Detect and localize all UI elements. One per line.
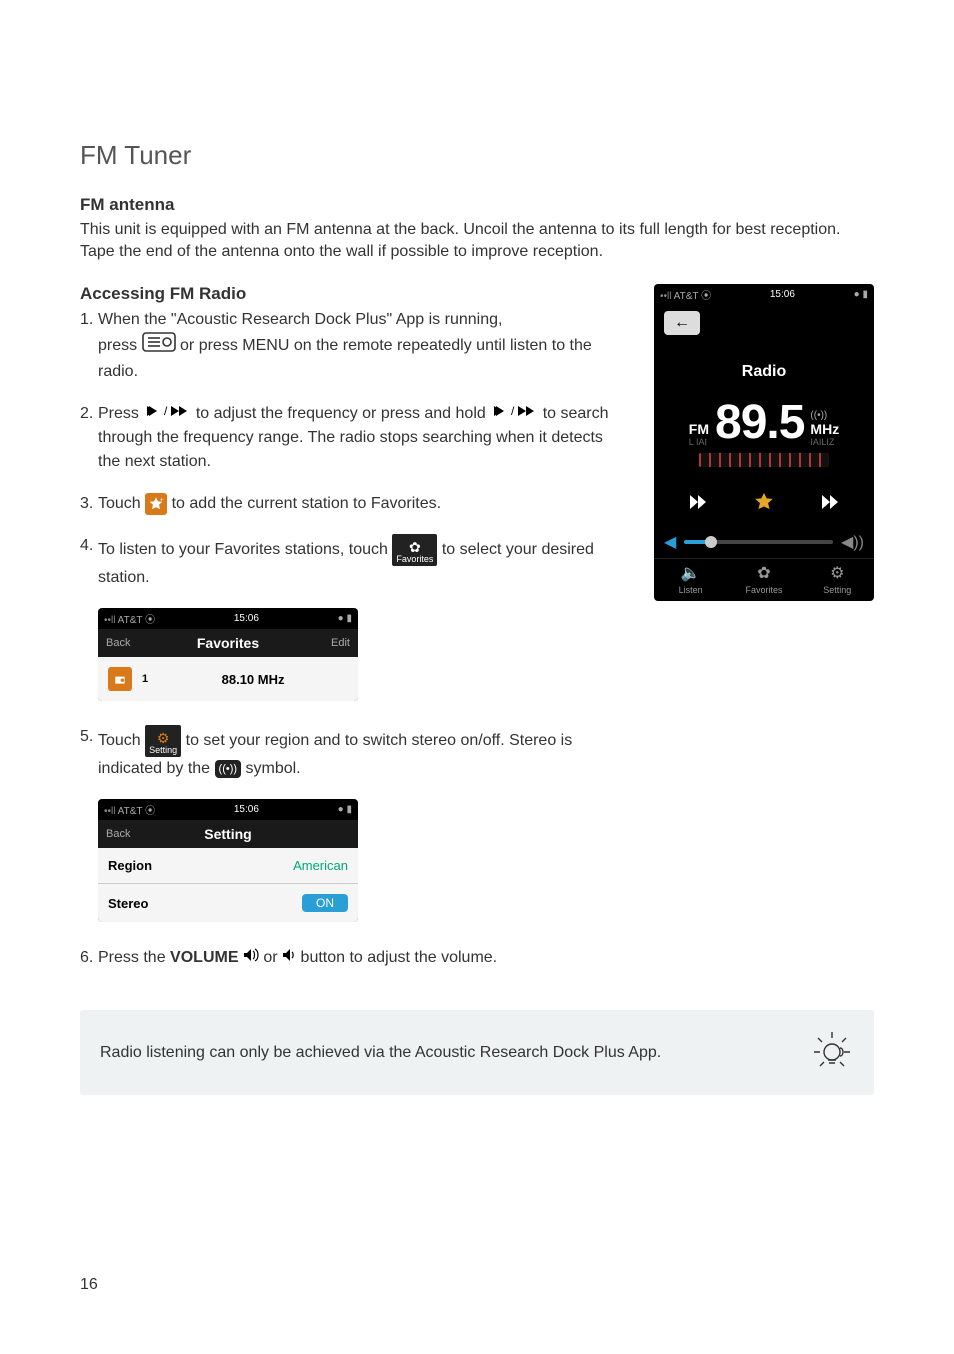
region-label: Region xyxy=(108,858,283,873)
clock-label: 15:06 xyxy=(770,289,795,300)
speaker-icon: 🔈 xyxy=(654,563,727,583)
stereo-small-icon: ((•)) xyxy=(810,410,839,421)
back-row: ← xyxy=(654,305,874,341)
frequency-value: 89.5 xyxy=(715,399,804,447)
battery-icon: ● ▮ xyxy=(338,804,352,815)
carrier-label: ••ll AT&T ⦿ xyxy=(104,611,155,626)
wifi-icon: ⦿ xyxy=(145,806,155,817)
back-button[interactable]: Back xyxy=(106,828,146,840)
volume-up-icon xyxy=(243,946,259,970)
freq-unit: MHz xyxy=(810,421,839,437)
edit-button[interactable]: Edit xyxy=(310,637,350,649)
step6-rest: button to adjust the volume. xyxy=(301,949,498,966)
back-button[interactable]: Back xyxy=(106,637,146,649)
note-box: Radio listening can only be achieved via… xyxy=(80,1010,874,1095)
fm-antenna-heading: FM antenna xyxy=(80,195,874,215)
svg-text:/: / xyxy=(164,404,168,418)
favorite-row[interactable]: 1 88.10 MHz xyxy=(98,657,358,701)
stereo-label: Stereo xyxy=(108,896,292,911)
region-row[interactable]: Region American xyxy=(98,848,358,884)
svg-text:+: + xyxy=(160,497,164,503)
wifi-icon: ⦿ xyxy=(145,615,155,626)
radio-title: Radio xyxy=(664,363,864,381)
step6-or: or xyxy=(263,949,277,966)
favorite-index: 1 xyxy=(142,673,148,685)
step-4: 4. To listen to your Favorites stations,… xyxy=(80,534,626,590)
tab-listen[interactable]: 🔈 Listen xyxy=(654,559,727,601)
prev-next-icon-2: / xyxy=(490,402,538,426)
page-number: 16 xyxy=(80,1276,98,1294)
back-arrow-button[interactable]: ← xyxy=(664,311,700,335)
svg-text:/: / xyxy=(511,404,515,418)
star-add-icon: + xyxy=(145,493,167,515)
menu-icon xyxy=(142,332,176,360)
status-bar: ••ll AT&T ⦿ 15:06 ● ▮ xyxy=(654,284,874,305)
step6-a: Press the xyxy=(98,949,166,966)
stereo-toggle[interactable]: ON xyxy=(302,894,348,912)
step1-line1: When the "Acoustic Research Dock Plus" A… xyxy=(98,311,502,328)
step-3: 3. Touch + to add the current station to… xyxy=(80,492,626,516)
gear-mini-icon: ✿ xyxy=(396,540,433,554)
step2-press: Press xyxy=(98,405,139,422)
carrier-label: ••ll AT&T ⦿ xyxy=(660,287,711,302)
next-button[interactable] xyxy=(820,494,842,515)
step-6: 6. Press the VOLUME or button to adjust … xyxy=(80,946,626,970)
step5-c: symbol. xyxy=(246,760,301,777)
step3-rest: to add the current station to Favorites. xyxy=(172,495,441,512)
region-value: American xyxy=(293,858,348,873)
volume-low-icon: ◀ xyxy=(664,532,676,552)
battery-icon: ● ▮ xyxy=(338,613,352,624)
tip-bulb-icon xyxy=(810,1028,854,1077)
volume-high-icon: ◀)) xyxy=(841,532,864,552)
carrier-label: ••ll AT&T ⦿ xyxy=(104,802,155,817)
favorite-star-button[interactable] xyxy=(753,491,775,518)
volume-label: VOLUME xyxy=(170,949,238,966)
fm-antenna-text: This unit is equipped with an FM antenna… xyxy=(80,219,874,264)
gear-fav-icon: ✿ xyxy=(727,563,800,583)
note-text: Radio listening can only be achieved via… xyxy=(100,1044,790,1062)
fm-label: FM xyxy=(689,421,709,437)
nav-bar: Back Favorites Edit xyxy=(98,629,358,657)
favorites-tab-icon: ✿ Favorites xyxy=(392,534,437,566)
status-bar: ••ll AT&T ⦿ 15:06 ● ▮ xyxy=(98,799,358,820)
clock-label: 15:06 xyxy=(234,804,259,815)
accessing-heading: Accessing FM Radio xyxy=(80,284,626,304)
stereo-row[interactable]: Stereo ON xyxy=(98,884,358,922)
screen-title: Setting xyxy=(146,826,310,842)
clock-label: 15:06 xyxy=(234,613,259,624)
wifi-icon: ⦿ xyxy=(701,291,711,302)
status-bar: ••ll AT&T ⦿ 15:06 ● ▮ xyxy=(98,608,358,629)
previous-button[interactable] xyxy=(686,494,708,515)
tab-setting[interactable]: ⚙ Setting xyxy=(801,559,874,601)
nav-bar: Back Setting xyxy=(98,820,358,848)
prev-next-icon: / xyxy=(143,402,191,426)
stereo-indicator-icon: ((•)) xyxy=(215,760,242,779)
volume-down-icon xyxy=(282,946,296,970)
volume-slider[interactable]: ◀ ◀)) xyxy=(654,526,874,558)
step-5: 5. Touch ⚙ Setting to set your region an… xyxy=(80,725,626,781)
step5-a: Touch xyxy=(98,732,141,749)
step2-mid: to adjust the frequency or press and hol… xyxy=(196,405,486,422)
gear-icon: ⚙ xyxy=(149,731,177,745)
favorite-station-icon xyxy=(108,667,132,691)
battery-icon: ● ▮ xyxy=(854,289,868,300)
setting-tab-icon: ⚙ Setting xyxy=(145,725,181,757)
favorites-screenshot: ••ll AT&T ⦿ 15:06 ● ▮ Back Favorites Edi… xyxy=(98,608,358,701)
favorite-freq: 88.10 MHz xyxy=(158,672,348,687)
step1-press: press xyxy=(98,337,137,354)
step-2: 2. Press / to adjust the frequency or pr… xyxy=(80,402,626,474)
step4-a: To listen to your Favorites stations, to… xyxy=(98,541,388,558)
tuning-dial[interactable] xyxy=(699,453,829,467)
step3-touch: Touch xyxy=(98,495,141,512)
tab-favorites[interactable]: ✿ Favorites xyxy=(727,559,800,601)
tab-bar: 🔈 Listen ✿ Favorites ⚙ Setting xyxy=(654,558,874,601)
radio-screenshot: ••ll AT&T ⦿ 15:06 ● ▮ ← Radio FM L IAI 8… xyxy=(654,284,874,601)
screen-title: Favorites xyxy=(146,635,310,651)
gear-icon: ⚙ xyxy=(801,563,874,583)
setting-screenshot: ••ll AT&T ⦿ 15:06 ● ▮ Back Setting Regio… xyxy=(98,799,358,922)
step-1: 1. When the "Acoustic Research Dock Plus… xyxy=(80,308,626,384)
page-title: FM Tuner xyxy=(80,140,874,171)
